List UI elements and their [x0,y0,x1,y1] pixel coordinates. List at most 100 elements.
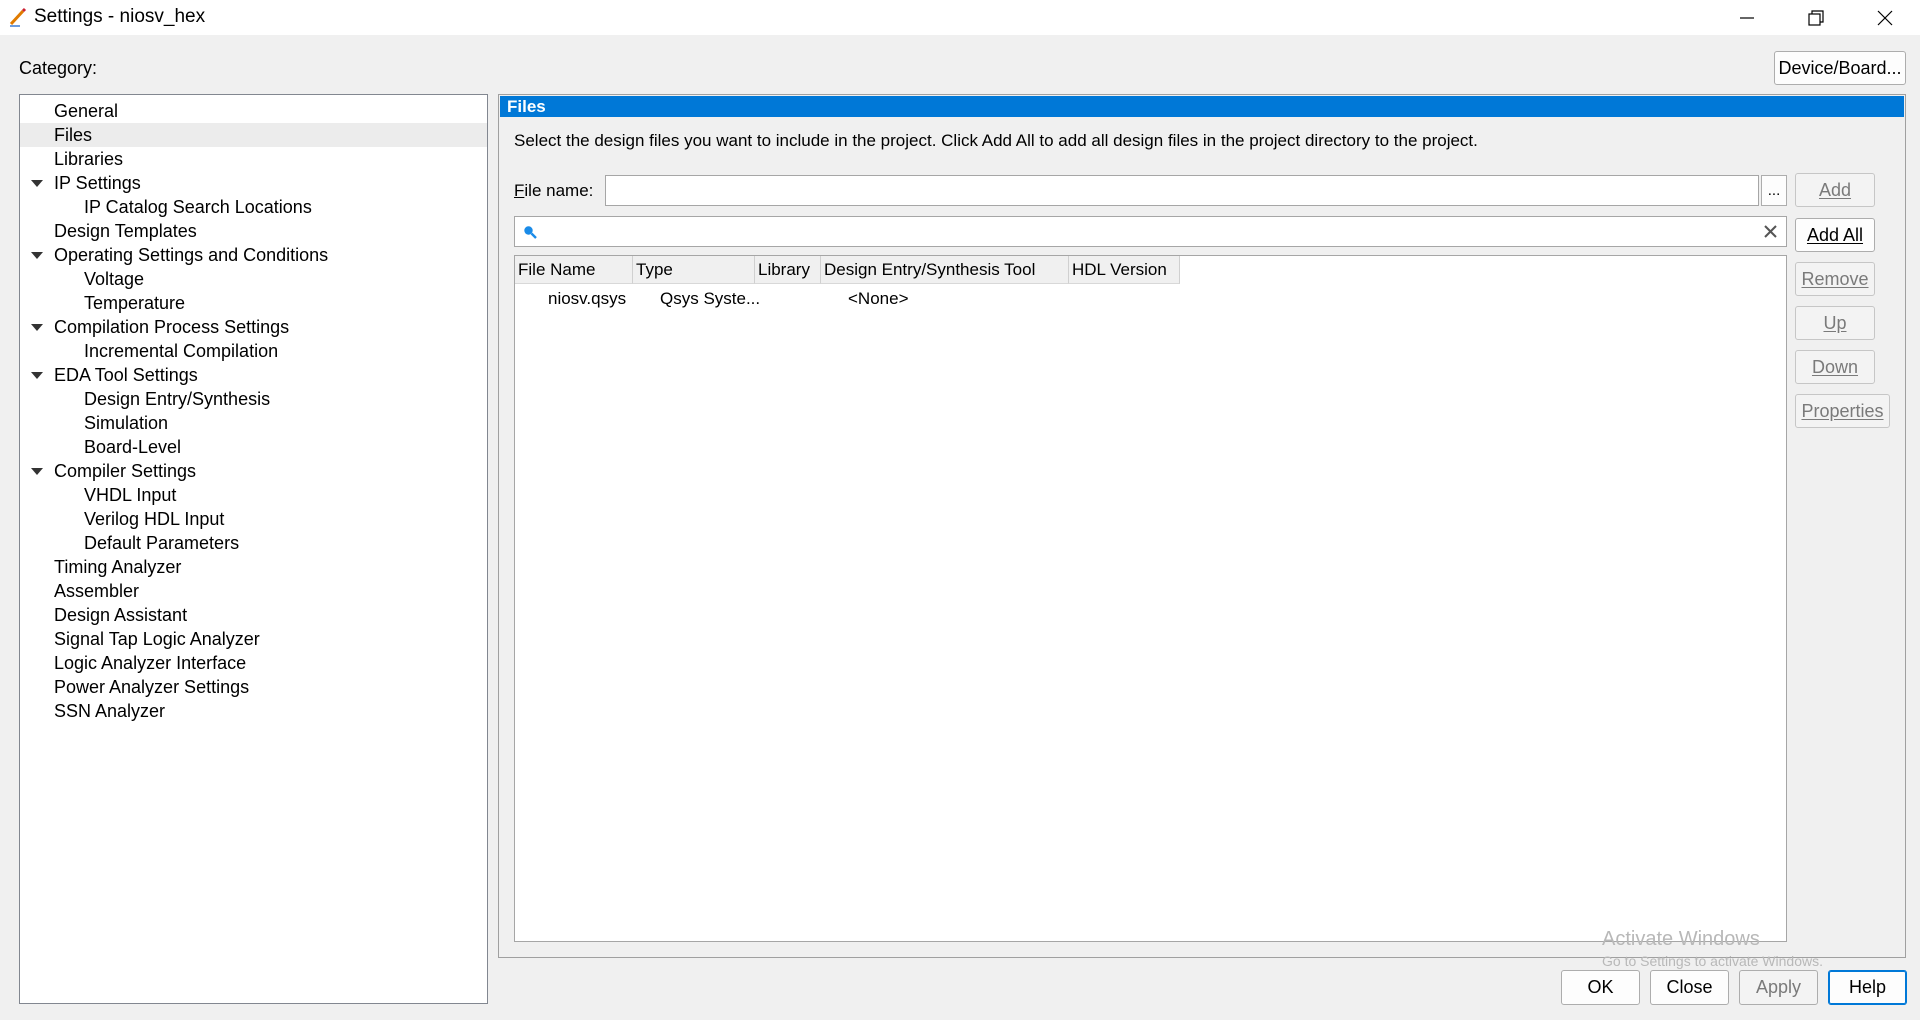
tree-item-voltage[interactable]: Voltage [20,267,487,291]
window-title: Settings - niosv_hex [34,6,206,27]
tree-item-operating-settings-and-conditions[interactable]: Operating Settings and Conditions [20,243,487,267]
tree-item-label: Logic Analyzer Interface [54,653,247,673]
device-board-button[interactable]: Device/Board... [1774,51,1906,85]
add-button[interactable]: Add [1795,173,1875,207]
tree-item-vhdl-input[interactable]: VHDL Input [20,483,487,507]
tree-item-simulation[interactable]: Simulation [20,411,487,435]
help-button[interactable]: Help [1828,970,1907,1005]
expand-arrow-icon[interactable] [31,252,43,259]
tree-item-label: Temperature [84,293,186,313]
tree-item-label: Incremental Compilation [84,341,279,361]
tree-item-label: Timing Analyzer [54,557,182,577]
tree-item-libraries[interactable]: Libraries [20,147,487,171]
tree-item-default-parameters[interactable]: Default Parameters [20,531,487,555]
expand-arrow-icon[interactable] [31,180,43,187]
tree-item-label: Signal Tap Logic Analyzer [54,629,260,649]
column-header-type[interactable]: Type [633,256,755,284]
properties-button[interactable]: Properties [1795,394,1890,428]
tree-item-design-templates[interactable]: Design Templates [20,219,487,243]
tree-item-compilation-process-settings[interactable]: Compilation Process Settings [20,315,487,339]
column-header-hdl-version[interactable]: HDL Version [1069,256,1180,284]
files-table[interactable]: File Name Type Library Design Entry/Synt… [514,255,1787,942]
down-button[interactable]: Down [1795,350,1875,384]
tree-item-eda-tool-settings[interactable]: EDA Tool Settings [20,363,487,387]
cell-type: Qsys Syste... [660,289,761,308]
restore-icon [1808,9,1824,26]
activate-windows-title: Activate Windows [1602,928,1760,950]
browse-button[interactable]: ... [1761,175,1787,206]
files-panel: Files Select the design files you want t… [498,94,1906,958]
restore-button[interactable] [1781,0,1851,35]
tree-item-label: Power Analyzer Settings [54,677,250,697]
tree-item-label: Design Entry/Synthesis [84,389,271,409]
search-input[interactable] [543,219,1753,244]
expand-arrow-icon[interactable] [31,324,43,331]
tree-item-label: Simulation [84,413,169,433]
tree-item-label: Assembler [54,581,140,601]
tree-item-label: EDA Tool Settings [54,365,198,385]
minimize-button[interactable] [1712,0,1782,35]
close-window-button[interactable] [1850,0,1920,35]
settings-pencil-icon [9,7,27,27]
tree-item-design-entry-synthesis[interactable]: Design Entry/Synthesis [20,387,487,411]
tree-item-power-analyzer-settings[interactable]: Power Analyzer Settings [20,675,487,699]
column-header-file-name[interactable]: File Name [515,256,633,284]
tree-item-label: Operating Settings and Conditions [54,245,329,265]
remove-button[interactable]: Remove [1795,262,1875,296]
tree-item-timing-analyzer[interactable]: Timing Analyzer [20,555,487,579]
minimize-icon [1740,16,1754,19]
column-header-design-entry-tool[interactable]: Design Entry/Synthesis Tool [821,256,1069,284]
title-bar: Settings - niosv_hex [0,0,1920,35]
cell-file-name: niosv.qsys [548,289,627,308]
tree-item-ip-catalog-search-locations[interactable]: IP Catalog Search Locations [20,195,487,219]
tree-item-general[interactable]: General [20,99,487,123]
table-header: File Name Type Library Design Entry/Synt… [515,256,1786,284]
tree-item-label: Board-Level [84,437,182,457]
panel-header: Files [500,96,1904,117]
search-icon [524,226,537,239]
tree-item-label: IP Catalog Search Locations [84,197,312,217]
tree-item-label: Design Templates [54,221,197,241]
tree-item-signal-tap-logic-analyzer[interactable]: Signal Tap Logic Analyzer [20,627,487,651]
tree-item-logic-analyzer-interface[interactable]: Logic Analyzer Interface [20,651,487,675]
close-button[interactable]: Close [1650,970,1729,1005]
tree-item-board-level[interactable]: Board-Level [20,435,487,459]
category-label: Category: [19,58,98,78]
tree-item-ip-settings[interactable]: IP Settings [20,171,487,195]
tree-item-label: Compilation Process Settings [54,317,290,337]
tree-item-temperature[interactable]: Temperature [20,291,487,315]
tree-item-label: General [54,101,119,121]
close-icon [1877,10,1893,25]
tree-item-label: Voltage [84,269,145,289]
tree-item-compiler-settings[interactable]: Compiler Settings [20,459,487,483]
tree-item-verilog-hdl-input[interactable]: Verilog HDL Input [20,507,487,531]
tree-item-assembler[interactable]: Assembler [20,579,487,603]
expand-arrow-icon[interactable] [31,468,43,475]
activate-windows-subtitle: Go to Settings to activate Windows. [1602,953,1823,969]
clear-search-icon[interactable] [1763,224,1778,239]
category-tree[interactable]: General Files Libraries IP Settings IP Catal… [19,94,488,1004]
tree-item-label: VHDL Input [84,485,177,505]
cell-design-entry-tool: <None> [848,289,909,308]
expand-arrow-icon[interactable] [31,372,43,379]
add-all-button[interactable]: Add All [1795,218,1875,252]
tree-item-label: Compiler Settings [54,461,197,481]
tree-item-design-assistant[interactable]: Design Assistant [20,603,487,627]
ok-button[interactable]: OK [1561,970,1640,1005]
tree-item-label: SSN Analyzer [54,701,166,721]
tree-item-label: Verilog HDL Input [84,509,225,529]
up-button[interactable]: Up [1795,306,1875,340]
search-box[interactable] [514,216,1787,247]
tree-item-ssn-analyzer[interactable]: SSN Analyzer [20,699,487,723]
tree-item-label: Default Parameters [84,533,240,553]
tree-item-label: Libraries [54,149,124,169]
file-name-label: File name: [514,181,594,200]
tree-item-files[interactable]: Files [20,123,487,147]
file-name-input[interactable] [605,175,1759,206]
apply-button[interactable]: Apply [1739,970,1818,1005]
tree-item-label: Design Assistant [54,605,188,625]
tree-item-label: Files [54,125,93,145]
tree-item-incremental-compilation[interactable]: Incremental Compilation [20,339,487,363]
column-header-library[interactable]: Library [755,256,821,284]
panel-description: Select the design files you want to incl… [514,131,1478,150]
